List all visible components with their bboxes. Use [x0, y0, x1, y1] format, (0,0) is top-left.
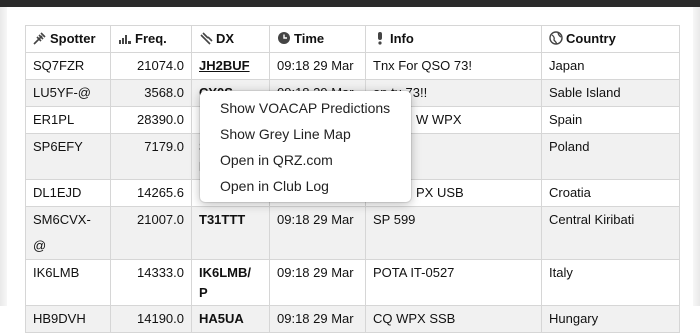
- menu-item-qrz[interactable]: Open in QRZ.com: [200, 147, 411, 173]
- cell-time: 09:18 29 Mar: [269, 259, 366, 306]
- column-header-info[interactable]: Info: [365, 25, 542, 53]
- cell-spotter: SQ7FZR: [25, 52, 111, 80]
- column-header-freq[interactable]: Freq.: [110, 25, 192, 53]
- menu-item-voacap[interactable]: Show VOACAP Predictions: [200, 95, 411, 121]
- cell-country: Italy: [541, 259, 680, 306]
- dx-line-2: P: [199, 285, 208, 300]
- cell-freq: 3568.0: [110, 79, 192, 107]
- cell-time: 09:18 29 Mar: [269, 52, 366, 80]
- table-header-row: Spotter Freq. DX Time Info Country: [25, 25, 680, 53]
- satellite-dish-icon: [200, 32, 213, 45]
- menu-item-club-log[interactable]: Open in Club Log: [200, 173, 411, 199]
- cell-time: 09:18 29 Mar: [269, 206, 366, 260]
- cell-spotter: IK6LMB: [25, 259, 111, 306]
- table-row[interactable]: SM6CVX-@ 21007.0 T31TTT 09:18 29 Mar SP …: [25, 206, 680, 260]
- top-bar: [0, 0, 700, 7]
- column-header-label: Freq.: [135, 31, 167, 46]
- column-header-label: Country: [566, 31, 616, 46]
- cell-dx[interactable]: JH2BUF: [191, 52, 270, 80]
- cell-country: Croatia: [541, 179, 680, 207]
- cell-spotter: ER1PL: [25, 106, 111, 134]
- column-header-country[interactable]: Country: [541, 25, 680, 53]
- cell-country: Central Kiribati: [541, 206, 680, 260]
- cell-dx[interactable]: T31TTT: [191, 206, 270, 260]
- table-row[interactable]: IK6LMB 14333.0 IK6LMB/P 09:18 29 Mar POT…: [25, 259, 680, 306]
- cell-info: POTA IT-0527: [365, 259, 542, 306]
- cell-spotter: SP6EFY: [25, 133, 111, 180]
- clock-icon: [278, 32, 290, 44]
- antenna-icon: [33, 32, 46, 45]
- column-header-label: Time: [294, 31, 325, 46]
- cell-info: Tnx For QSO 73!: [365, 52, 542, 80]
- cell-spotter: SM6CVX-@: [25, 206, 111, 260]
- globe-icon: [549, 31, 563, 45]
- cell-country: Sable Island: [541, 79, 680, 107]
- cell-freq: 14190.0: [110, 305, 192, 333]
- cell-dx[interactable]: IK6LMB/P: [191, 259, 270, 306]
- menu-item-grey-line-map[interactable]: Show Grey Line Map: [200, 121, 411, 147]
- table-row[interactable]: SQ7FZR 21074.0 JH2BUF 09:18 29 Mar Tnx F…: [25, 52, 680, 80]
- cell-spotter: LU5YF-@: [25, 79, 111, 107]
- cell-freq: 28390.0: [110, 106, 192, 134]
- cell-freq: 21074.0: [110, 52, 192, 80]
- cell-freq: 21007.0: [110, 206, 192, 260]
- left-edge: [0, 7, 7, 306]
- cell-freq: 7179.0: [110, 133, 192, 180]
- cell-time: 09:18 29 Mar: [269, 305, 366, 333]
- dx-callsign-link[interactable]: JH2BUF: [199, 58, 250, 73]
- cell-info: CQ WPX SSB: [365, 305, 542, 333]
- cell-spotter: DL1EJD: [25, 179, 111, 207]
- column-header-dx[interactable]: DX: [191, 25, 270, 53]
- cell-freq: 14333.0: [110, 259, 192, 306]
- column-header-spotter[interactable]: Spotter: [25, 25, 111, 53]
- cell-country: Hungary: [541, 305, 680, 333]
- cell-country: Japan: [541, 52, 680, 80]
- cell-spotter: HB9DVH: [25, 305, 111, 333]
- dx-line-1: IK6LMB/: [199, 265, 251, 280]
- frequency-bars-icon: [119, 35, 131, 44]
- cell-dx[interactable]: HA5UA: [191, 305, 270, 333]
- cell-country: Spain: [541, 106, 680, 134]
- cell-country: Poland: [541, 133, 680, 180]
- cell-info: SP 599: [365, 206, 542, 260]
- context-menu: Show VOACAP Predictions Show Grey Line M…: [200, 91, 411, 202]
- exclamation-icon: [378, 32, 382, 45]
- column-header-label: DX: [216, 31, 235, 46]
- table-row[interactable]: HB9DVH 14190.0 HA5UA 09:18 29 Mar CQ WPX…: [25, 305, 680, 333]
- column-header-time[interactable]: Time: [269, 25, 366, 53]
- column-header-label: Info: [390, 31, 414, 46]
- column-header-label: Spotter: [50, 31, 96, 46]
- cell-freq: 14265.6: [110, 179, 192, 207]
- right-edge: [693, 7, 700, 306]
